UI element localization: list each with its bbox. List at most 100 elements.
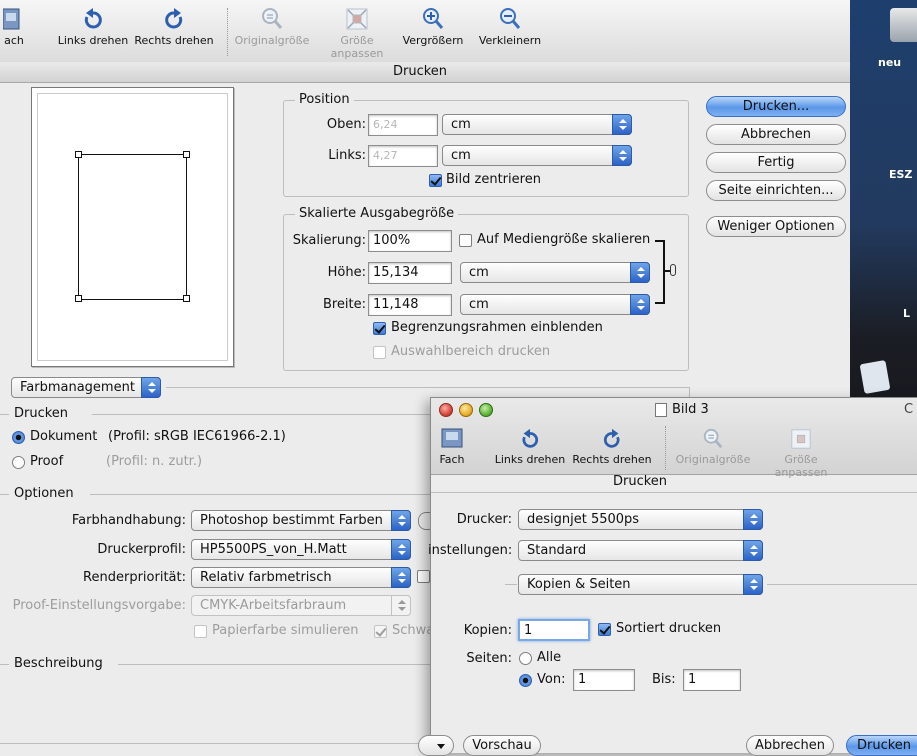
chevron-updown-icon [391,510,411,531]
oben-label: Oben: [326,117,366,132]
pages-to-input[interactable]: 1 [683,669,741,691]
pages-from-input[interactable]: 1 [573,669,635,691]
tray-icon [3,8,20,30]
proof-radio[interactable] [12,456,25,469]
printer-select[interactable]: designjet 5500ps [518,509,763,530]
paper-color-checkbox[interactable] [194,625,207,638]
toolbar-fach-label: ach [4,34,24,47]
bbox-handle-tr[interactable] [183,151,190,158]
breite-unit-select[interactable]: cm [460,294,650,315]
pane-select[interactable]: Kopien & Seiten [518,574,763,595]
dialog-cancel-button[interactable]: Abbrechen [746,735,834,756]
toolbar-fach-button[interactable]: ach [0,7,28,47]
preview-rotate-right-button[interactable]: Rechts drehen [571,428,653,466]
toolbar-zoom-out-button[interactable]: Verkleinern [472,7,548,47]
proof-setup-select[interactable]: CMYK-Arbeitsfarbraum [191,595,411,616]
skalierung-input[interactable]: 100% [368,230,452,252]
hoehe-input[interactable]: 15,134 [368,262,452,284]
center-image-checkbox[interactable] [429,174,442,187]
breite-input[interactable]: 11,148 [368,294,452,316]
scaled-output-legend: Skalierte Ausgabegröße [295,206,459,221]
toolbar-original-size-button[interactable]: Originalgröße [232,7,312,47]
dialog-print-button[interactable]: Drucken [846,735,917,756]
print-button[interactable]: Drucken... [706,96,846,117]
fit-size-icon [346,8,368,30]
chevron-updown-icon [630,294,650,315]
preview-window-title: Bild 3 [672,402,709,417]
preview-fit-size-button[interactable]: Größe anpassen [758,428,844,479]
toolbar-fit-size-button[interactable]: Größe anpassen [318,7,396,60]
desktop-file-icon[interactable] [859,359,891,395]
fewer-options-button[interactable]: Weniger Optionen [706,216,846,237]
bottom-divider [0,743,430,744]
black-point-checkbox[interactable] [417,570,430,583]
color-management-select[interactable]: Farbmanagement [11,377,161,398]
chevron-updown-icon [391,595,411,616]
links-input[interactable]: 4,27 [368,145,438,167]
preview-fach-button[interactable]: Fach [436,428,468,466]
aspect-ratio-bracket [655,240,665,304]
image-bounding-box[interactable] [78,154,187,300]
rendering-intent-label: Renderpriorität: [83,570,186,585]
window-zoom-button[interactable] [479,403,493,417]
beschreibung-group-legend: Beschreibung [10,656,107,671]
toolbar-original-size-label: Originalgröße [234,34,310,47]
color-handling-value: Photoshop bestimmt Farben [200,513,383,528]
proof-setup-label: Proof-Einstellungsvorgabe: [12,598,186,613]
bbox-handle-tl[interactable] [75,151,82,158]
presets-select[interactable]: Standard [518,540,763,561]
color-handling-select[interactable]: Photoshop bestimmt Farben [191,510,411,531]
cancel-button[interactable]: Abbrechen [706,124,846,145]
rendering-intent-select[interactable]: Relativ farbmetrisch [191,567,411,588]
preview-rotate-left-label: Links drehen [494,453,566,466]
page-setup-button[interactable]: Seite einrichten... [706,180,846,201]
preview-toolbar-separator [665,426,666,470]
window-minimize-button[interactable] [459,403,473,417]
pdf-menu-button[interactable] [418,735,454,756]
toolbar-rotate-left-label: Links drehen [57,34,129,47]
printer-profile-select[interactable]: HP5500PS_von_H.Matt [191,539,411,560]
pane-value: Kopien & Seiten [527,577,631,592]
chain-link-icon[interactable] [670,264,676,276]
paper-color-label: Papierfarbe simulieren [212,623,359,638]
collate-label: Sortiert drucken [616,621,722,636]
bbox-handle-br[interactable] [183,295,190,302]
pages-all-radio[interactable] [519,652,532,665]
copies-input[interactable]: 1 [518,619,590,641]
bbox-handle-bl[interactable] [75,295,82,302]
document-radio[interactable] [12,431,25,444]
toolbar-rotate-left-button[interactable]: Links drehen [55,7,131,47]
done-button[interactable]: Fertig [706,152,846,173]
chevron-updown-icon [612,145,632,166]
toolbar-zoom-out-label: Verkleinern [478,34,542,47]
hoehe-label: Höhe: [327,265,366,280]
fit-media-checkbox[interactable] [459,234,472,247]
toolbar-zoom-in-label: Vergrößern [402,34,464,47]
print-selection-checkbox[interactable] [373,346,386,359]
hoehe-unit-select[interactable]: cm [460,262,650,283]
preview-original-size-button[interactable]: Originalgröße [672,428,754,466]
rendering-intent-value: Relativ farbmetrisch [200,570,332,585]
toolbar-zoom-in-button[interactable]: Vergrößern [398,7,468,47]
center-image-label: Bild zentrieren [446,172,541,187]
oben-unit-select[interactable]: cm [442,114,632,135]
proof-radio-label: Proof [30,454,64,469]
pages-from-label: Von: [537,672,566,687]
desktop-label-l: L [903,307,911,320]
window-close-button[interactable] [439,403,453,417]
collate-checkbox[interactable] [598,623,611,636]
preview-button[interactable]: Vorschau [463,735,541,756]
pages-range-radio[interactable] [519,674,532,687]
chevron-updown-icon [391,567,411,588]
document-proxy-icon[interactable] [655,403,667,417]
chevron-updown-icon [391,539,411,560]
oben-input[interactable]: 6,24 [368,114,438,136]
bounding-box-checkbox[interactable] [373,322,386,335]
toolbar-rotate-right-button[interactable]: Rechts drehen [134,7,214,47]
black-ink-checkbox[interactable] [374,625,387,638]
printer-label: Drucker: [456,512,512,527]
preview-rotate-left-button[interactable]: Links drehen [492,428,568,466]
links-unit-select[interactable]: cm [442,145,632,166]
desktop-drive-icon[interactable] [890,8,917,42]
breite-label: Breite: [322,297,366,312]
